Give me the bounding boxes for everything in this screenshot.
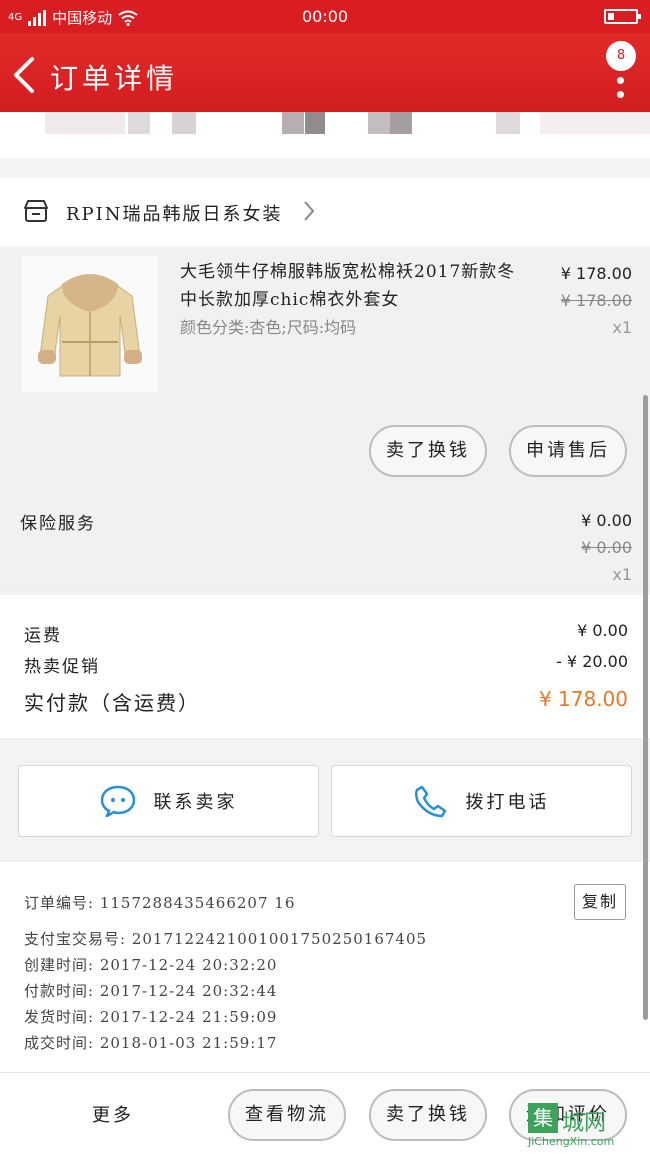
sell-resell-button[interactable]: 卖了换钱 xyxy=(369,425,487,477)
created-time: 创建时间: 2017-12-24 20:32:20 xyxy=(24,956,278,974)
product-item[interactable]: 大毛领牛仔棉服韩版宽松棉袄2017新款冬中长款加厚chic棉衣外套女 颜色分类:… xyxy=(0,248,650,492)
call-phone-label: 拨打电话 xyxy=(465,792,550,813)
call-phone-button[interactable]: 拨打电话 xyxy=(331,765,632,837)
product-attributes: 颜色分类:杏色;尺码:均码 xyxy=(180,318,357,337)
product-price: ¥ 178.00 xyxy=(560,264,632,283)
contact-seller-label: 联系卖家 xyxy=(153,792,238,813)
message-badge: 8 xyxy=(606,41,636,71)
view-logistics-button[interactable]: 查看物流 xyxy=(228,1089,346,1141)
shipping-label: 运费 xyxy=(24,626,62,646)
status-time: 00:00 xyxy=(301,7,349,26)
blurred-address-strip xyxy=(0,112,650,158)
completed-time: 成交时间: 2018-01-03 21:59:17 xyxy=(24,1034,278,1052)
back-arrow-icon[interactable] xyxy=(10,55,40,95)
product-original-price: ¥ 178.00 xyxy=(560,291,632,310)
contact-section: 联系卖家 拨打电话 xyxy=(0,757,650,847)
sell-for-cash-button[interactable]: 卖了换钱 xyxy=(369,1089,487,1141)
insurance-price-column: ¥ 0.00 ¥ 0.00 x1 xyxy=(581,507,632,588)
product-price-column: ¥ 178.00 ¥ 178.00 x1 xyxy=(561,260,632,341)
watermark-url: JiChengXin.com xyxy=(528,1135,615,1148)
more-menu-button[interactable]: 8 xyxy=(606,41,636,101)
order-number: 订单编号: 1157288435466207 16 xyxy=(24,894,296,912)
coat-image xyxy=(38,274,142,377)
price-summary: 运费 ¥ 0.00 热卖促销 - ¥ 20.00 实付款（含运费） ¥ 178.… xyxy=(0,595,650,738)
shop-row[interactable]: RPIN瑞品韩版日系女装 xyxy=(0,178,650,246)
insurance-quantity: x1 xyxy=(612,565,632,584)
phone-icon xyxy=(414,785,446,818)
insurance-price: ¥ 0.00 xyxy=(581,511,632,530)
total-value: ¥ 178.00 xyxy=(538,687,628,711)
shop-name: RPIN瑞品韩版日系女装 xyxy=(66,204,283,225)
insurance-label: 保险服务 xyxy=(20,514,96,534)
watermark-text: 城网 xyxy=(562,1111,607,1136)
copy-order-number-button[interactable]: 复制 xyxy=(574,884,626,920)
watermark: 集 城网 JiChengXin.com xyxy=(528,1103,644,1151)
insurance-original-price: ¥ 0.00 xyxy=(581,538,632,557)
page-title: 订单详情 xyxy=(50,62,179,95)
total-label: 实付款（含运费） xyxy=(24,691,200,715)
chevron-right-icon xyxy=(304,201,315,221)
shipped-time: 发货时间: 2017-12-24 21:59:09 xyxy=(24,1008,278,1026)
scrollbar[interactable] xyxy=(643,395,648,1020)
product-title: 大毛领牛仔棉服韩版宽松棉袄2017新款冬中长款加厚chic棉衣外套女 xyxy=(180,262,516,310)
product-quantity: x1 xyxy=(612,318,632,337)
apply-after-sale-button[interactable]: 申请售后 xyxy=(509,425,627,477)
shipping-value: ¥ 0.00 xyxy=(577,621,628,640)
promo-row: 热卖促销 - ¥ 20.00 xyxy=(24,652,628,682)
promo-value: - ¥ 20.00 xyxy=(556,652,628,671)
chat-bubble-icon xyxy=(100,785,135,817)
shipping-row: 运费 ¥ 0.00 xyxy=(24,621,628,651)
alipay-transaction-number: 支付宝交易号: 2017122421001001750250167405 xyxy=(24,930,428,948)
promo-label: 热卖促销 xyxy=(24,657,100,677)
order-info: 订单编号: 1157288435466207 16 复制 支付宝交易号: 201… xyxy=(0,862,650,1072)
more-button[interactable]: 更多 xyxy=(92,1101,134,1127)
total-row: 实付款（含运费） ¥ 178.00 xyxy=(24,687,628,717)
contact-seller-button[interactable]: 联系卖家 xyxy=(18,765,319,837)
insurance-service-row: 保险服务 ¥ 0.00 ¥ 0.00 x1 xyxy=(0,495,650,591)
paid-time: 付款时间: 2017-12-24 20:32:44 xyxy=(24,982,278,1000)
status-bar: 4G 中国移动 00:00 xyxy=(0,0,650,33)
product-image[interactable] xyxy=(22,256,158,392)
shop-icon xyxy=(24,200,48,222)
battery-icon xyxy=(604,9,641,24)
app-header: 订单详情 8 xyxy=(0,33,650,120)
watermark-logo: 集 xyxy=(528,1103,558,1133)
